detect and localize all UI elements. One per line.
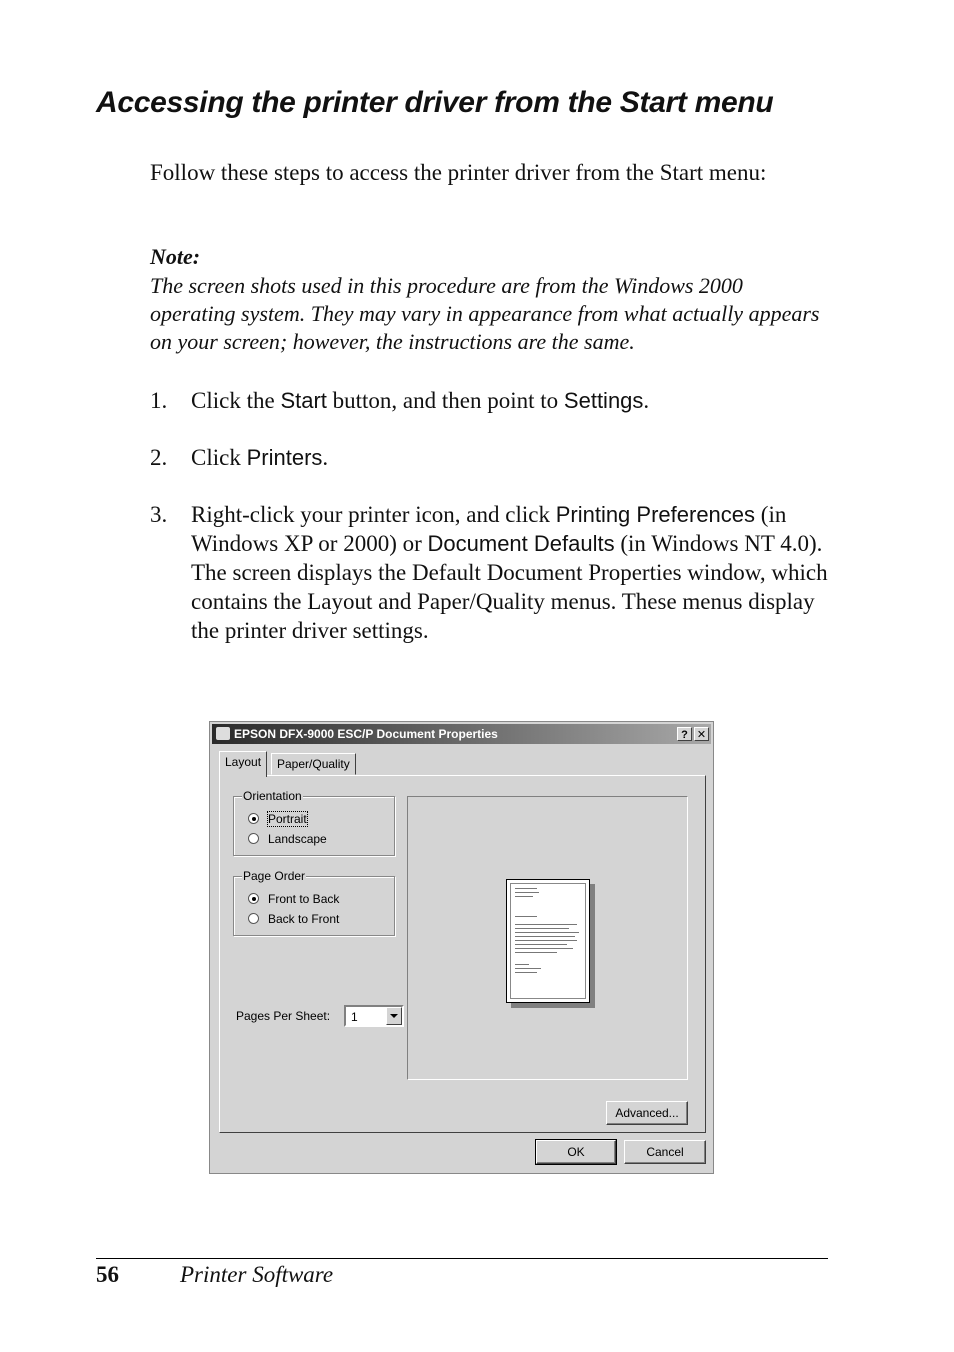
note-body: The screen shots used in this procedure …: [150, 273, 820, 354]
pages-per-sheet-select[interactable]: 1: [344, 1005, 404, 1027]
page-preview-icon: [506, 879, 590, 1003]
step-text: .: [322, 445, 329, 470]
step-3: 3. Right-click your printer icon, and cl…: [150, 500, 830, 645]
step-number: 1.: [150, 388, 168, 413]
note-title: Note:: [150, 244, 201, 269]
intro-paragraph: Follow these steps to access the printer…: [150, 160, 767, 185]
ui-term-printing-preferences: Printing Preferences: [555, 502, 756, 527]
dialog-titlebar: EPSON DFX-9000 ESC/P Document Properties…: [212, 724, 711, 744]
step-text: button, and then point to: [326, 388, 564, 413]
dialog-title: EPSON DFX-9000 ESC/P Document Properties: [234, 727, 498, 741]
step-1: 1. Click the Start button, and then poin…: [150, 386, 830, 415]
page-order-legend: Page Order: [242, 869, 307, 883]
radio-indicator: [248, 893, 259, 904]
orientation-legend: Orientation: [242, 789, 303, 803]
cancel-button[interactable]: Cancel: [624, 1140, 706, 1164]
ui-term-settings: Settings: [563, 388, 644, 413]
close-button[interactable]: ✕: [694, 727, 709, 741]
step-text: Click: [191, 445, 247, 470]
section-heading: Accessing the printer driver from the St…: [96, 86, 774, 119]
tab-label: Paper/Quality: [277, 757, 350, 771]
footer-rule: [96, 1258, 828, 1259]
radio-label: Front to Back: [268, 892, 340, 906]
radio-indicator: [248, 833, 259, 844]
advanced-button[interactable]: Advanced...: [606, 1101, 688, 1125]
tab-label: Layout: [225, 755, 262, 769]
ok-button[interactable]: OK: [535, 1139, 617, 1165]
step-number: 3.: [150, 502, 168, 527]
ui-term-start: Start: [280, 388, 327, 413]
radio-label: Landscape: [268, 832, 327, 846]
running-footer: Printer Software: [180, 1262, 334, 1287]
ui-term-printers: Printers: [246, 445, 323, 470]
ui-term-document-defaults: Document Defaults: [427, 531, 615, 556]
radio-indicator: [248, 913, 259, 924]
step-text: Click the: [191, 388, 281, 413]
tab-paper-quality[interactable]: Paper/Quality: [271, 753, 356, 775]
printer-icon: [216, 727, 230, 740]
chevron-down-icon[interactable]: [386, 1007, 402, 1025]
layout-panel: Orientation Portrait Landscape Page Orde…: [219, 775, 706, 1133]
page-order-group: Page Order Front to Back Back to Front: [233, 869, 395, 936]
step-number: 2.: [150, 445, 168, 470]
step-2: 2. Click Printers.: [150, 443, 830, 472]
document-properties-dialog: EPSON DFX-9000 ESC/P Document Properties…: [209, 721, 714, 1174]
help-button[interactable]: ?: [677, 727, 692, 741]
step-text: Right-click your printer icon, and click: [191, 502, 556, 527]
select-value: 1: [351, 1010, 358, 1024]
step-text: .: [643, 388, 650, 413]
orientation-group: Orientation Portrait Landscape: [233, 789, 395, 856]
radio-label: Back to Front: [268, 912, 340, 926]
page-number: 56: [96, 1262, 119, 1287]
layout-preview: [407, 796, 688, 1080]
radio-indicator: [248, 813, 259, 824]
radio-label: Portrait: [267, 811, 308, 827]
pages-per-sheet-label: Pages Per Sheet:: [236, 1009, 331, 1023]
tab-layout[interactable]: Layout: [219, 751, 268, 777]
